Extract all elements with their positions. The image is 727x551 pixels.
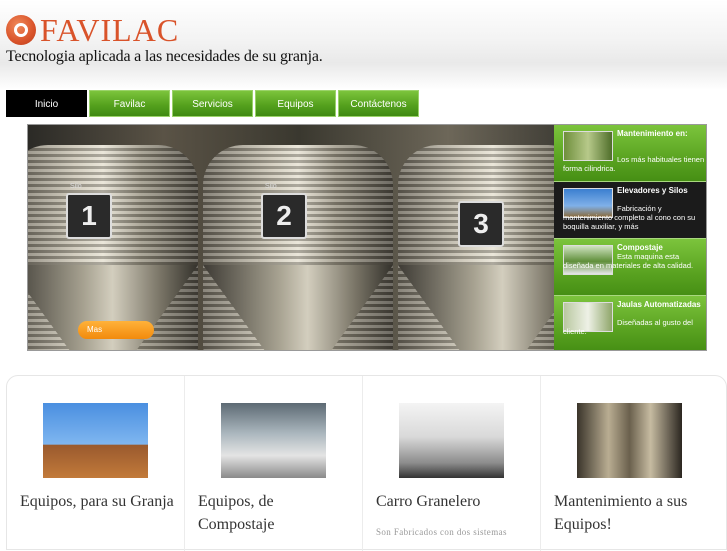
- brand-name: FAVILAC: [40, 12, 180, 48]
- hero-banner: Silo 1 Silo 2 3 Mas Mantenimiento en: Lo…: [27, 124, 707, 351]
- nav-contactenos[interactable]: Contáctenos: [338, 90, 419, 117]
- card-mantenimiento[interactable]: Mantenimiento a sus Equipos!: [541, 376, 719, 551]
- card-image[interactable]: [221, 403, 326, 478]
- card-equipos-compostaje[interactable]: Equipos, de Compostaje: [185, 376, 363, 551]
- nav-inicio[interactable]: Inicio: [6, 90, 87, 117]
- silo-number: 1: [66, 193, 112, 239]
- side-item-desc: Fabricación y mantenimiento completo al …: [563, 204, 696, 231]
- silo-tag: Silo: [265, 183, 277, 190]
- banner-side-panel: Mantenimiento en: Los más habituales tie…: [554, 125, 706, 350]
- side-item-compostaje[interactable]: Compostaje Esta maquina esta diseñada en…: [554, 239, 706, 296]
- card-title[interactable]: Mantenimiento a sus Equipos!: [554, 490, 709, 536]
- side-item-desc: Esta maquina esta diseñada en materiales…: [563, 252, 694, 270]
- card-text: Son Fabricados con dos sistemas: [376, 527, 507, 537]
- side-item-elevadores[interactable]: Elevadores y Silos Fabricación y manteni…: [554, 182, 706, 239]
- favilac-logo-icon: [6, 15, 36, 45]
- card-image[interactable]: [43, 403, 148, 478]
- card-image[interactable]: [399, 403, 504, 478]
- nav-favilac[interactable]: Favilac: [89, 90, 170, 117]
- side-item-title: Compostaje: [617, 243, 663, 252]
- main-nav: Inicio Favilac Servicios Equipos Contáct…: [6, 90, 419, 117]
- side-item-desc: Diseñadas al gusto del cliente.: [563, 318, 693, 336]
- nav-servicios[interactable]: Servicios: [172, 90, 253, 117]
- side-item-title: Mantenimiento en:: [617, 129, 688, 138]
- silo-number: 2: [261, 193, 307, 239]
- tagline: Tecnologia aplicada a las necesidades de…: [6, 48, 323, 65]
- card-image[interactable]: [577, 403, 682, 478]
- side-item-desc: Los más habituales tienen forma cilindri…: [563, 155, 705, 173]
- card-carro-granelero[interactable]: Carro Granelero Son Fabricados con dos s…: [363, 376, 541, 551]
- card-title[interactable]: Equipos, para su Granja: [20, 490, 175, 513]
- silo-number: 3: [458, 201, 504, 247]
- silo-tag: Silo: [70, 183, 82, 190]
- silo-image-2: Silo 2: [203, 145, 393, 350]
- card-title[interactable]: Equipos, de Compostaje: [198, 490, 353, 536]
- card-equipos-granja[interactable]: Equipos, para su Granja: [7, 376, 185, 551]
- feature-cards: Equipos, para su Granja Equipos, de Comp…: [6, 375, 727, 551]
- side-item-title: Elevadores y Silos: [617, 186, 688, 195]
- card-title[interactable]: Carro Granelero: [376, 490, 531, 513]
- more-button[interactable]: Mas: [78, 321, 154, 339]
- side-item-jaulas[interactable]: Jaulas Automatizadas Diseñadas al gusto …: [554, 296, 706, 350]
- nav-equipos[interactable]: Equipos: [255, 90, 336, 117]
- side-item-mantenimiento[interactable]: Mantenimiento en: Los más habituales tie…: [554, 125, 706, 182]
- side-item-title: Jaulas Automatizadas: [617, 300, 701, 309]
- logo[interactable]: FAVILAC: [6, 13, 179, 47]
